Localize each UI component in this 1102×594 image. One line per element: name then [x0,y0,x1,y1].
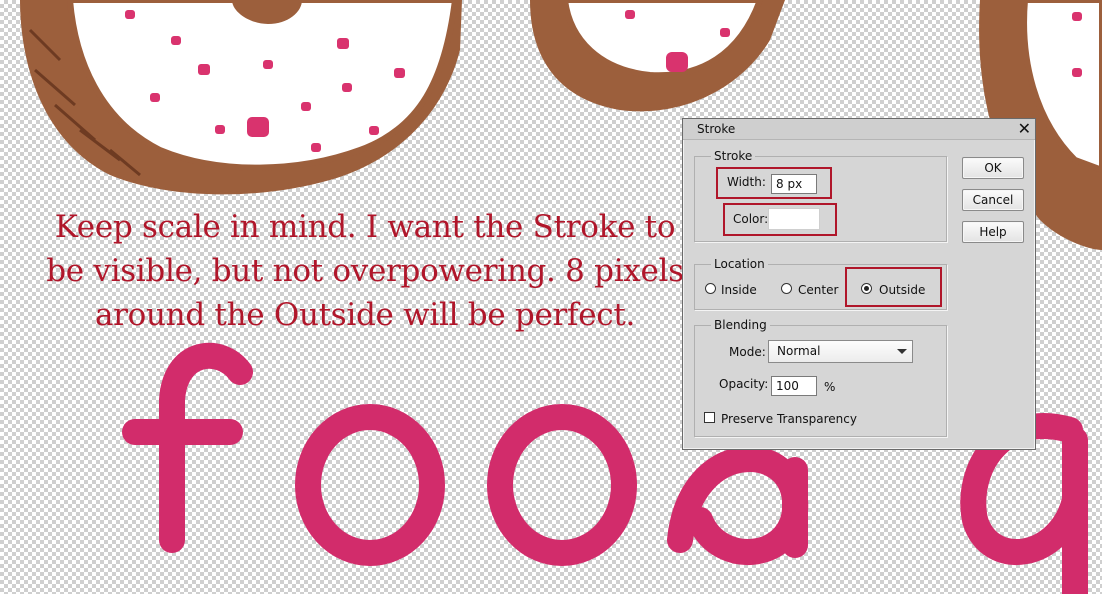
dialog-titlebar[interactable]: Stroke ✕ [683,119,1035,140]
ok-button[interactable]: OK [962,157,1024,179]
mode-select-value: Normal [777,344,821,358]
close-icon[interactable]: ✕ [1018,119,1031,138]
radio-inside[interactable] [705,283,716,294]
dialog-title: Stroke [697,122,736,136]
location-group-label: Location [711,257,768,271]
color-label: Color: [733,212,769,226]
mode-select[interactable]: Normal [768,340,913,363]
opacity-input[interactable]: 100 [771,376,817,396]
radio-center-label[interactable]: Center [798,283,838,297]
color-swatch[interactable] [768,208,820,230]
cancel-button[interactable]: Cancel [962,189,1024,211]
chevron-down-icon [897,349,907,354]
help-button[interactable]: Help [962,221,1024,243]
tutorial-caption: Keep scale in mind. I want the Stroke to… [40,205,690,337]
caption-line-1: Keep scale in mind. I want the Stroke to [54,209,676,245]
radio-outside-label[interactable]: Outside [879,283,925,297]
width-label: Width: [727,175,766,189]
radio-center[interactable] [781,283,792,294]
radio-inside-label[interactable]: Inside [721,283,757,297]
width-input[interactable]: 8 px [771,174,817,194]
stroke-dialog: Stroke ✕ Stroke Width: 8 px Color: Locat… [682,118,1036,450]
mode-label: Mode: [729,345,766,359]
radio-outside[interactable] [861,283,872,294]
preserve-transparency-label[interactable]: Preserve Transparency [721,412,857,426]
caption-line-2: be visible, but not overpowering. 8 pixe… [46,253,684,289]
opacity-label: Opacity: [719,377,769,391]
donut-middle [530,0,785,112]
donut-left [20,0,462,195]
preserve-transparency-checkbox[interactable] [704,412,715,423]
stroke-group-label: Stroke [711,149,756,163]
caption-line-3: around the Outside will be perfect. [94,297,636,333]
opacity-unit: % [824,380,836,394]
blending-group-label: Blending [711,318,770,332]
